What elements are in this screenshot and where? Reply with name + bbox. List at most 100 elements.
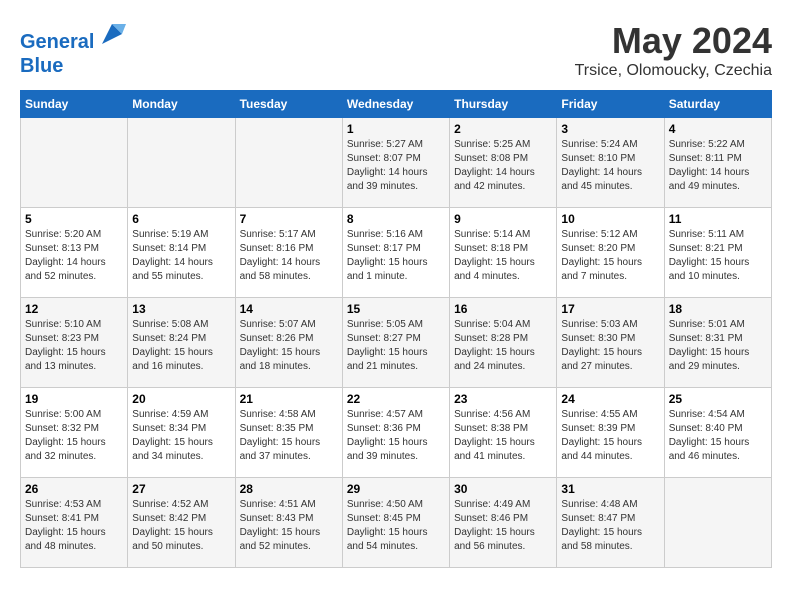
day-info: Sunrise: 5:14 AMSunset: 8:18 PMDaylight:… bbox=[454, 228, 552, 284]
day-info: Sunrise: 5:00 AMSunset: 8:32 PMDaylight:… bbox=[25, 408, 123, 464]
day-info: Sunrise: 4:58 AMSunset: 8:35 PMDaylight:… bbox=[240, 408, 338, 464]
day-cell: 6 Sunrise: 5:19 AMSunset: 8:14 PMDayligh… bbox=[128, 208, 235, 298]
day-info: Sunrise: 5:27 AMSunset: 8:07 PMDaylight:… bbox=[347, 138, 445, 194]
day-cell: 19 Sunrise: 5:00 AMSunset: 8:32 PMDaylig… bbox=[21, 388, 128, 478]
page-header: General Blue May 2024 Trsice, Olomoucky,… bbox=[20, 20, 772, 80]
day-cell: 18 Sunrise: 5:01 AMSunset: 8:31 PMDaylig… bbox=[664, 298, 771, 388]
day-info: Sunrise: 5:19 AMSunset: 8:14 PMDaylight:… bbox=[132, 228, 230, 284]
day-info: Sunrise: 5:08 AMSunset: 8:24 PMDaylight:… bbox=[132, 318, 230, 374]
week-row-4: 19 Sunrise: 5:00 AMSunset: 8:32 PMDaylig… bbox=[21, 388, 772, 478]
day-info: Sunrise: 4:50 AMSunset: 8:45 PMDaylight:… bbox=[347, 498, 445, 554]
day-number: 22 bbox=[347, 392, 445, 406]
day-info: Sunrise: 5:16 AMSunset: 8:17 PMDaylight:… bbox=[347, 228, 445, 284]
day-info: Sunrise: 5:01 AMSunset: 8:31 PMDaylight:… bbox=[669, 318, 767, 374]
day-number: 16 bbox=[454, 302, 552, 316]
day-cell: 26 Sunrise: 4:53 AMSunset: 8:41 PMDaylig… bbox=[21, 478, 128, 568]
day-cell bbox=[21, 118, 128, 208]
header-monday: Monday bbox=[128, 91, 235, 118]
day-info: Sunrise: 4:59 AMSunset: 8:34 PMDaylight:… bbox=[132, 408, 230, 464]
day-cell: 14 Sunrise: 5:07 AMSunset: 8:26 PMDaylig… bbox=[235, 298, 342, 388]
day-info: Sunrise: 5:10 AMSunset: 8:23 PMDaylight:… bbox=[25, 318, 123, 374]
day-cell: 12 Sunrise: 5:10 AMSunset: 8:23 PMDaylig… bbox=[21, 298, 128, 388]
day-cell: 16 Sunrise: 5:04 AMSunset: 8:28 PMDaylig… bbox=[450, 298, 557, 388]
day-info: Sunrise: 5:03 AMSunset: 8:30 PMDaylight:… bbox=[561, 318, 659, 374]
day-cell bbox=[128, 118, 235, 208]
day-cell: 1 Sunrise: 5:27 AMSunset: 8:07 PMDayligh… bbox=[342, 118, 449, 208]
day-number: 4 bbox=[669, 122, 767, 136]
day-info: Sunrise: 4:57 AMSunset: 8:36 PMDaylight:… bbox=[347, 408, 445, 464]
day-cell bbox=[235, 118, 342, 208]
day-cell: 29 Sunrise: 4:50 AMSunset: 8:45 PMDaylig… bbox=[342, 478, 449, 568]
day-number: 10 bbox=[561, 212, 659, 226]
day-cell: 31 Sunrise: 4:48 AMSunset: 8:47 PMDaylig… bbox=[557, 478, 664, 568]
day-cell: 7 Sunrise: 5:17 AMSunset: 8:16 PMDayligh… bbox=[235, 208, 342, 298]
week-row-3: 12 Sunrise: 5:10 AMSunset: 8:23 PMDaylig… bbox=[21, 298, 772, 388]
week-row-1: 1 Sunrise: 5:27 AMSunset: 8:07 PMDayligh… bbox=[21, 118, 772, 208]
day-info: Sunrise: 5:17 AMSunset: 8:16 PMDaylight:… bbox=[240, 228, 338, 284]
day-number: 28 bbox=[240, 482, 338, 496]
month-title: May 2024 bbox=[575, 20, 772, 62]
day-number: 18 bbox=[669, 302, 767, 316]
day-cell: 9 Sunrise: 5:14 AMSunset: 8:18 PMDayligh… bbox=[450, 208, 557, 298]
day-info: Sunrise: 5:20 AMSunset: 8:13 PMDaylight:… bbox=[25, 228, 123, 284]
day-cell: 13 Sunrise: 5:08 AMSunset: 8:24 PMDaylig… bbox=[128, 298, 235, 388]
day-number: 5 bbox=[25, 212, 123, 226]
day-cell: 3 Sunrise: 5:24 AMSunset: 8:10 PMDayligh… bbox=[557, 118, 664, 208]
day-cell: 27 Sunrise: 4:52 AMSunset: 8:42 PMDaylig… bbox=[128, 478, 235, 568]
day-cell: 21 Sunrise: 4:58 AMSunset: 8:35 PMDaylig… bbox=[235, 388, 342, 478]
day-number: 11 bbox=[669, 212, 767, 226]
logo-icon bbox=[98, 20, 126, 48]
day-cell bbox=[664, 478, 771, 568]
day-info: Sunrise: 4:49 AMSunset: 8:46 PMDaylight:… bbox=[454, 498, 552, 554]
day-number: 31 bbox=[561, 482, 659, 496]
day-number: 23 bbox=[454, 392, 552, 406]
day-cell: 22 Sunrise: 4:57 AMSunset: 8:36 PMDaylig… bbox=[342, 388, 449, 478]
logo-blue: Blue bbox=[20, 54, 126, 78]
day-number: 25 bbox=[669, 392, 767, 406]
day-number: 30 bbox=[454, 482, 552, 496]
week-row-2: 5 Sunrise: 5:20 AMSunset: 8:13 PMDayligh… bbox=[21, 208, 772, 298]
day-info: Sunrise: 5:05 AMSunset: 8:27 PMDaylight:… bbox=[347, 318, 445, 374]
day-number: 1 bbox=[347, 122, 445, 136]
day-cell: 28 Sunrise: 4:51 AMSunset: 8:43 PMDaylig… bbox=[235, 478, 342, 568]
day-info: Sunrise: 5:22 AMSunset: 8:11 PMDaylight:… bbox=[669, 138, 767, 194]
header-row: Sunday Monday Tuesday Wednesday Thursday… bbox=[21, 91, 772, 118]
day-number: 6 bbox=[132, 212, 230, 226]
day-number: 2 bbox=[454, 122, 552, 136]
day-number: 26 bbox=[25, 482, 123, 496]
header-friday: Friday bbox=[557, 91, 664, 118]
day-number: 12 bbox=[25, 302, 123, 316]
title-block: May 2024 Trsice, Olomoucky, Czechia bbox=[575, 20, 772, 80]
day-number: 9 bbox=[454, 212, 552, 226]
day-info: Sunrise: 4:55 AMSunset: 8:39 PMDaylight:… bbox=[561, 408, 659, 464]
logo-text: General bbox=[20, 20, 126, 54]
header-wednesday: Wednesday bbox=[342, 91, 449, 118]
day-cell: 17 Sunrise: 5:03 AMSunset: 8:30 PMDaylig… bbox=[557, 298, 664, 388]
day-cell: 10 Sunrise: 5:12 AMSunset: 8:20 PMDaylig… bbox=[557, 208, 664, 298]
day-info: Sunrise: 5:04 AMSunset: 8:28 PMDaylight:… bbox=[454, 318, 552, 374]
header-sunday: Sunday bbox=[21, 91, 128, 118]
day-cell: 20 Sunrise: 4:59 AMSunset: 8:34 PMDaylig… bbox=[128, 388, 235, 478]
day-number: 13 bbox=[132, 302, 230, 316]
day-info: Sunrise: 4:56 AMSunset: 8:38 PMDaylight:… bbox=[454, 408, 552, 464]
day-cell: 11 Sunrise: 5:11 AMSunset: 8:21 PMDaylig… bbox=[664, 208, 771, 298]
day-number: 17 bbox=[561, 302, 659, 316]
day-info: Sunrise: 4:54 AMSunset: 8:40 PMDaylight:… bbox=[669, 408, 767, 464]
day-cell: 2 Sunrise: 5:25 AMSunset: 8:08 PMDayligh… bbox=[450, 118, 557, 208]
day-cell: 5 Sunrise: 5:20 AMSunset: 8:13 PMDayligh… bbox=[21, 208, 128, 298]
day-info: Sunrise: 5:25 AMSunset: 8:08 PMDaylight:… bbox=[454, 138, 552, 194]
day-cell: 15 Sunrise: 5:05 AMSunset: 8:27 PMDaylig… bbox=[342, 298, 449, 388]
header-tuesday: Tuesday bbox=[235, 91, 342, 118]
day-cell: 23 Sunrise: 4:56 AMSunset: 8:38 PMDaylig… bbox=[450, 388, 557, 478]
day-info: Sunrise: 5:11 AMSunset: 8:21 PMDaylight:… bbox=[669, 228, 767, 284]
day-number: 21 bbox=[240, 392, 338, 406]
day-cell: 8 Sunrise: 5:16 AMSunset: 8:17 PMDayligh… bbox=[342, 208, 449, 298]
day-number: 14 bbox=[240, 302, 338, 316]
day-cell: 30 Sunrise: 4:49 AMSunset: 8:46 PMDaylig… bbox=[450, 478, 557, 568]
header-saturday: Saturday bbox=[664, 91, 771, 118]
day-number: 3 bbox=[561, 122, 659, 136]
logo: General Blue bbox=[20, 20, 126, 78]
week-row-5: 26 Sunrise: 4:53 AMSunset: 8:41 PMDaylig… bbox=[21, 478, 772, 568]
day-info: Sunrise: 5:24 AMSunset: 8:10 PMDaylight:… bbox=[561, 138, 659, 194]
header-thursday: Thursday bbox=[450, 91, 557, 118]
